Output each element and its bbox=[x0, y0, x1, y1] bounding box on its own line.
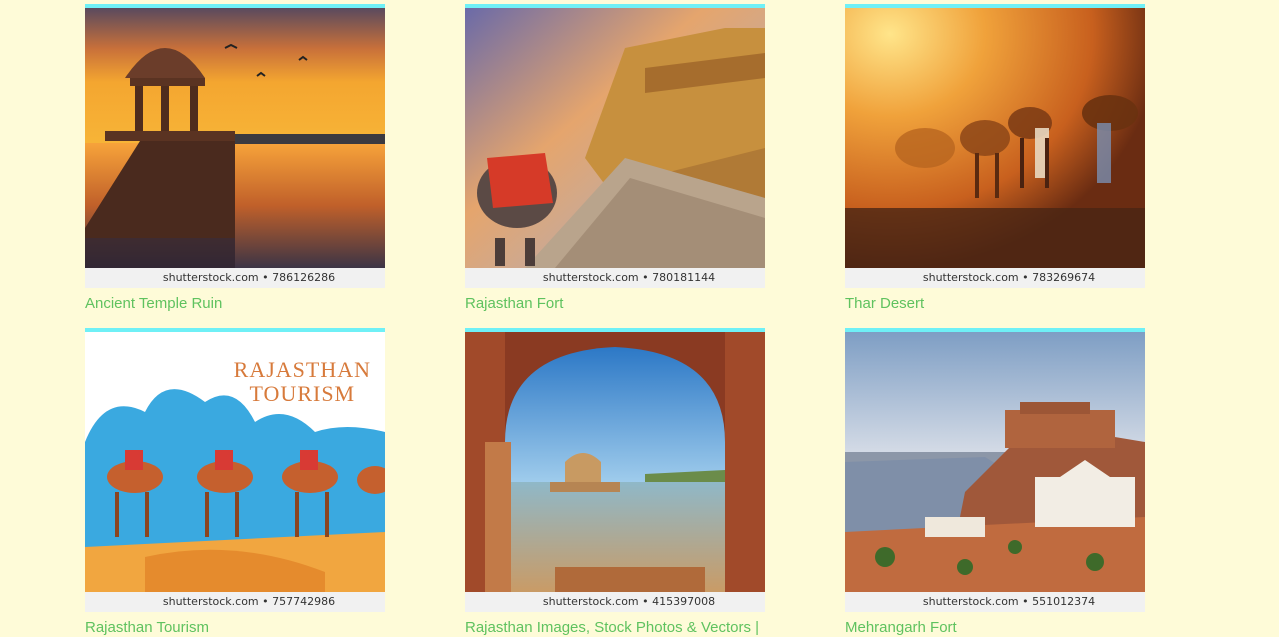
watermark-bar: shutterstock.com • 783269674 bbox=[845, 268, 1145, 288]
image-frame[interactable]: shutterstock.com • 783269674 bbox=[845, 4, 1145, 292]
image-frame[interactable]: shutterstock.com • 415397008 bbox=[465, 328, 765, 616]
watermark-bar: shutterstock.com • 757742986 bbox=[85, 592, 385, 612]
arch-lake-view-image[interactable] bbox=[465, 332, 765, 592]
caption-link[interactable]: Rajasthan Images, Stock Photos & Vectors… bbox=[465, 619, 765, 637]
caption-link[interactable]: Rajasthan Fort bbox=[465, 295, 765, 313]
result-card-rajasthan-images[interactable]: shutterstock.com • 415397008 Rajasthan I… bbox=[465, 328, 765, 637]
result-card-mehrangarh-fort[interactable]: shutterstock.com • 551012374 Mehrangarh … bbox=[845, 328, 1145, 637]
result-card-rajasthan-tourism[interactable]: RAJASTHAN TOURISM shutterstock.com • 757… bbox=[85, 328, 385, 637]
result-card-rajasthan-fort[interactable]: shutterstock.com • 780181144 Rajasthan F… bbox=[465, 4, 765, 313]
image-frame[interactable]: shutterstock.com • 780181144 bbox=[465, 4, 765, 292]
caption-link[interactable]: Mehrangarh Fort bbox=[845, 619, 1145, 637]
caption-link[interactable]: Thar Desert bbox=[845, 295, 1145, 313]
sunset-lake-chhatri-image[interactable] bbox=[85, 8, 385, 268]
result-card-thar-desert[interactable]: shutterstock.com • 783269674 Thar Desert bbox=[845, 4, 1145, 313]
watermark-bar: shutterstock.com • 415397008 bbox=[465, 592, 765, 612]
fort-elephant-road-image[interactable] bbox=[465, 8, 765, 268]
poster-title: RAJASTHAN TOURISM bbox=[233, 357, 371, 406]
watermark-bar: shutterstock.com • 786126286 bbox=[85, 268, 385, 288]
desert-camels-image[interactable] bbox=[845, 8, 1145, 268]
watermark-bar: shutterstock.com • 551012374 bbox=[845, 592, 1145, 612]
caption-link[interactable]: Ancient Temple Ruin bbox=[85, 295, 385, 313]
image-results-grid: shutterstock.com • 786126286 Ancient Tem… bbox=[0, 0, 1279, 637]
result-card-ancient-temple-ruin[interactable]: shutterstock.com • 786126286 Ancient Tem… bbox=[85, 4, 385, 313]
rajasthan-tourism-illustration[interactable]: RAJASTHAN TOURISM bbox=[85, 332, 385, 592]
image-frame[interactable]: shutterstock.com • 786126286 bbox=[85, 4, 385, 292]
caption-link[interactable]: Rajasthan Tourism bbox=[85, 619, 385, 637]
image-frame[interactable]: shutterstock.com • 551012374 bbox=[845, 328, 1145, 616]
watermark-bar: shutterstock.com • 780181144 bbox=[465, 268, 765, 288]
mehrangarh-fort-city-image[interactable] bbox=[845, 332, 1145, 592]
image-frame[interactable]: RAJASTHAN TOURISM shutterstock.com • 757… bbox=[85, 328, 385, 616]
